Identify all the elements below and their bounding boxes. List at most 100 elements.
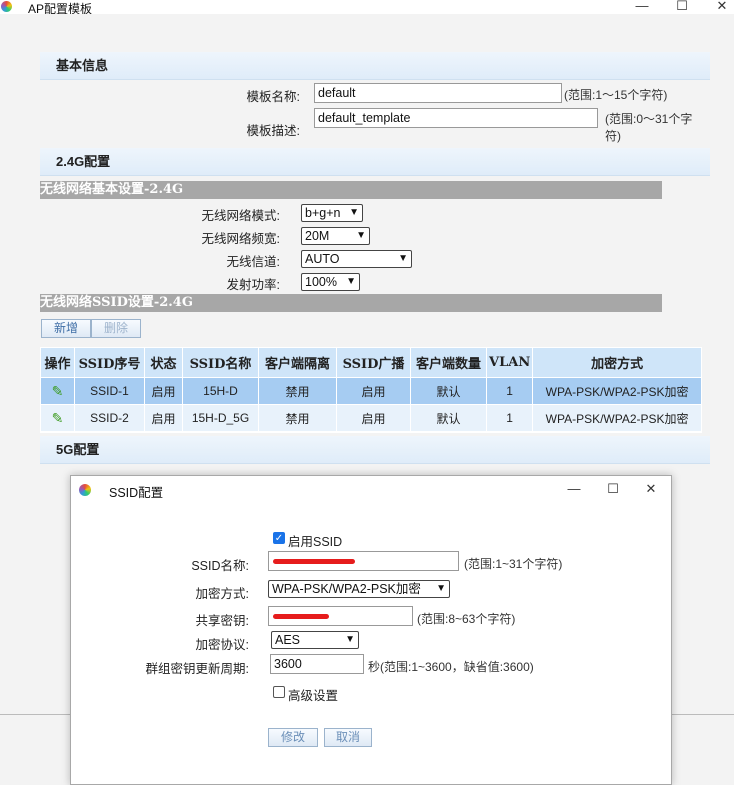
column-header: SSID名称 xyxy=(182,347,259,378)
bandwidth-value: 20M xyxy=(305,229,330,243)
pencil-icon[interactable]: ✎ xyxy=(52,383,64,399)
dialog-titlebar: SSID配置 — ☐ ✕ xyxy=(71,476,671,504)
group-key-label: 群组密钥更新周期: xyxy=(145,662,249,676)
chevron-down-icon: ▼ xyxy=(436,581,446,597)
status-cell: 启用 xyxy=(144,404,183,432)
advanced-checkbox[interactable] xyxy=(273,686,285,698)
bandwidth-select[interactable]: 20M ▼ xyxy=(301,227,370,245)
protocol-value: AES xyxy=(275,633,301,647)
group-key-input[interactable]: 3600 xyxy=(270,654,364,674)
bandwidth-label: 无线网络频宽: xyxy=(201,232,280,246)
template-name-hint: (范围:1～15个字符) xyxy=(564,88,668,102)
ssid-name-input[interactable] xyxy=(268,551,459,571)
dialog-logo-icon xyxy=(79,484,91,496)
chevron-down-icon: ▼ xyxy=(346,276,356,287)
template-desc-label: 模板描述: xyxy=(246,124,300,138)
edit-cell[interactable]: ✎ xyxy=(40,404,75,432)
protocol-select[interactable]: AES ▼ xyxy=(271,631,359,649)
isolation-cell: 禁用 xyxy=(258,404,337,432)
dialog-title: SSID配置 xyxy=(109,486,164,500)
section-5g-header: 5G配置 xyxy=(40,436,710,464)
template-name-label: 模板名称: xyxy=(246,90,300,104)
clients-cell: 默认 xyxy=(410,377,487,405)
column-header: 状态 xyxy=(144,347,183,378)
tx-power-select[interactable]: 100% ▼ xyxy=(301,273,360,291)
chevron-down-icon: ▼ xyxy=(349,207,359,218)
minimize-button[interactable]: — xyxy=(631,0,653,15)
clients-cell: 默认 xyxy=(410,404,487,432)
encryption-label: 加密方式: xyxy=(195,587,249,601)
dialog-minimize-button[interactable]: — xyxy=(563,480,585,498)
template-desc-input[interactable]: default_template xyxy=(314,108,598,128)
ssid-name-label: SSID名称: xyxy=(191,559,249,573)
enable-ssid-label: 启用SSID xyxy=(288,535,343,549)
add-ssid-button[interactable]: 新增 xyxy=(41,319,91,338)
table-row[interactable]: ✎ SSID-1 启用 15H-D 禁用 启用 默认 1 WPA-PSK/WPA… xyxy=(40,377,702,405)
advanced-label: 高级设置 xyxy=(288,689,339,703)
vlan-cell: 1 xyxy=(485,377,534,405)
pencil-icon[interactable]: ✎ xyxy=(52,410,64,426)
wireless-mode-value: b+g+n xyxy=(305,206,341,220)
chevron-down-icon: ▼ xyxy=(398,253,408,264)
channel-value: AUTO xyxy=(305,252,340,266)
ssid-id-cell: SSID-1 xyxy=(74,377,145,405)
section-basic-header: 基本信息 xyxy=(40,52,710,80)
dialog-close-button[interactable]: ✕ xyxy=(640,480,662,498)
template-name-input[interactable]: default xyxy=(314,83,562,103)
ssid-name-cell: 15H-D_5G xyxy=(182,404,259,432)
chevron-down-icon: ▼ xyxy=(356,230,366,241)
column-header: 客户端数量 xyxy=(410,347,487,378)
encryption-value: WPA-PSK/WPA2-PSK加密 xyxy=(272,582,421,596)
template-desc-hint: (范围:0～31个字符) xyxy=(605,112,693,143)
chevron-down-icon: ▼ xyxy=(345,634,355,645)
column-header: 客户端隔离 xyxy=(258,347,337,378)
wireless-mode-select[interactable]: b+g+n ▼ xyxy=(301,204,363,222)
channel-select[interactable]: AUTO ▼ xyxy=(301,250,412,268)
tx-power-value: 100% xyxy=(305,275,337,289)
ssid-name-hint: (范围:1~31个字符) xyxy=(464,557,563,571)
encryption-select[interactable]: WPA-PSK/WPA2-PSK加密 ▼ xyxy=(268,580,450,598)
close-button[interactable]: ✕ xyxy=(711,0,733,15)
broadcast-cell: 启用 xyxy=(336,377,411,405)
psk-hint: (范围:8~63个字符) xyxy=(417,612,516,626)
column-header: SSID序号 xyxy=(74,347,145,378)
channel-label: 无线信道: xyxy=(226,255,280,269)
ssid-table: 操作 SSID序号 状态 SSID名称 客户端隔离 SSID广播 客户端数量 V… xyxy=(40,347,702,432)
encryption-cell: WPA-PSK/WPA2-PSK加密 xyxy=(532,377,702,405)
broadcast-cell: 启用 xyxy=(336,404,411,432)
delete-ssid-button[interactable]: 删除 xyxy=(91,319,141,338)
tx-power-label: 发射功率: xyxy=(226,278,280,292)
redaction-mark xyxy=(273,559,355,564)
ssid-config-dialog: SSID配置 — ☐ ✕ ✓ 启用SSID SSID名称: (范围:1~31个字… xyxy=(70,475,672,785)
ssid-name-cell: 15H-D xyxy=(182,377,259,405)
edit-cell[interactable]: ✎ xyxy=(40,377,75,405)
column-header: 加密方式 xyxy=(532,347,702,378)
column-header: SSID广播 xyxy=(336,347,411,378)
column-header: 操作 xyxy=(40,347,75,378)
wireless-mode-label: 无线网络模式: xyxy=(201,209,280,223)
wireless-ssid-24g-subheader: 无线网络SSID设置-2.4G xyxy=(40,294,662,312)
column-header: VLAN xyxy=(485,347,534,378)
cancel-button[interactable]: 取消 xyxy=(324,728,372,747)
ssid-table-header-row: 操作 SSID序号 状态 SSID名称 客户端隔离 SSID广播 客户端数量 V… xyxy=(40,347,702,378)
status-cell: 启用 xyxy=(144,377,183,405)
vlan-cell: 1 xyxy=(485,404,534,432)
dialog-body: ✓ 启用SSID SSID名称: (范围:1~31个字符) 加密方式: WPA-… xyxy=(71,506,671,784)
app-logo-icon xyxy=(1,1,12,12)
group-key-hint: 秒(范围:1~3600，缺省值:3600) xyxy=(368,660,534,674)
table-row[interactable]: ✎ SSID-2 启用 15H-D_5G 禁用 启用 默认 1 WPA-PSK/… xyxy=(40,404,702,432)
ssid-id-cell: SSID-2 xyxy=(74,404,145,432)
protocol-label: 加密协议: xyxy=(195,638,249,652)
wireless-basic-24g-subheader: 无线网络基本设置-2.4G xyxy=(40,181,662,199)
section-24g-header: 2.4G配置 xyxy=(40,148,710,176)
isolation-cell: 禁用 xyxy=(258,377,337,405)
maximize-button[interactable]: ☐ xyxy=(671,0,693,15)
encryption-cell: WPA-PSK/WPA2-PSK加密 xyxy=(532,404,702,432)
redaction-mark xyxy=(273,614,329,619)
psk-input[interactable] xyxy=(268,606,413,626)
psk-label: 共享密钥: xyxy=(195,614,249,628)
enable-ssid-checkbox[interactable]: ✓ xyxy=(273,532,285,544)
window-titlebar: AP配置模板 — ☐ ✕ xyxy=(0,0,734,16)
dialog-maximize-button[interactable]: ☐ xyxy=(602,480,624,498)
modify-button[interactable]: 修改 xyxy=(268,728,318,747)
